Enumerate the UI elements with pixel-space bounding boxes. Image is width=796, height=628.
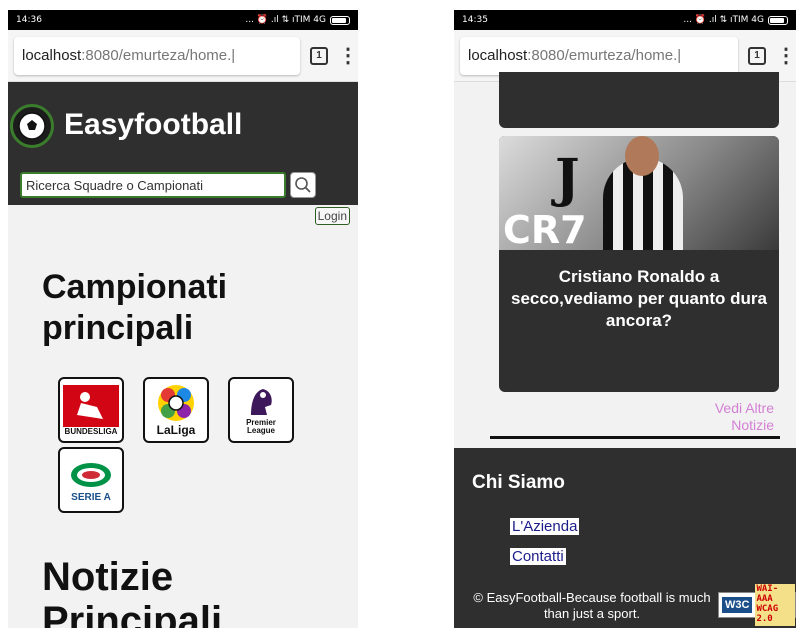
status-time: 14:36 — [16, 15, 42, 25]
image-caption: CR7 — [503, 208, 587, 252]
status-bar: 14:35 ... ⏰ .ıl ⇅ ıTIM 4G — [454, 10, 796, 30]
news-title[interactable]: Cristiano Ronaldo a secco,vediamo per qu… — [499, 250, 779, 332]
previous-news-card[interactable] — [499, 72, 779, 128]
news-section-title: Notizie Principali — [42, 555, 223, 628]
site-footer: Chi Siamo L'Azienda Contatti © EasyFootb… — [454, 448, 796, 628]
search-input[interactable]: Ricerca Squadre o Campionati — [20, 172, 286, 198]
bundesliga-logo-link[interactable]: BUNDESLIGA — [58, 377, 124, 443]
browser-menu-icon[interactable]: ⋮ — [338, 46, 358, 66]
footer-link-contatti[interactable]: Contatti — [510, 548, 566, 565]
copyright-text: © EasyFootball-Because football is much … — [473, 590, 711, 622]
premier-league-logo-icon — [251, 389, 272, 415]
section-title: Campionati principali — [42, 268, 228, 347]
search-icon — [295, 177, 311, 193]
battery-icon — [330, 15, 350, 25]
status-time: 14:35 — [462, 15, 488, 25]
news-image: J CR7 — [499, 136, 779, 252]
status-icons: ... ⏰ .ıl ⇅ ıTIM 4G — [683, 15, 764, 25]
juventus-logo-icon: J — [555, 148, 580, 209]
divider — [490, 436, 780, 439]
battery-icon — [768, 15, 788, 25]
premier-league-logo-link[interactable]: Premier League — [228, 377, 294, 443]
serie-a-logo-link[interactable]: SERIE A — [58, 447, 124, 513]
browser-menu-icon[interactable]: ⋮ — [776, 46, 796, 66]
bundesliga-logo-icon — [63, 384, 119, 427]
left-phone-screen: 14:36 ... ⏰ .ıl ⇅ ıTIM 4G localhost:8080… — [8, 10, 358, 628]
url-field[interactable]: localhost:8080/emurteza/home.| — [14, 36, 300, 75]
wcag-label: WAI-AAA WCAG 2.0 — [755, 584, 795, 626]
main-content: Login Campionati principali BUNDESLIGA L… — [8, 205, 358, 628]
soccer-ball-logo-icon[interactable] — [10, 104, 54, 148]
brand-title[interactable]: Easyfootball — [64, 108, 242, 142]
site-header: Easyfootball Ricerca Squadre o Campionat… — [8, 82, 358, 205]
status-icons: ... ⏰ .ıl ⇅ ıTIM 4G — [245, 15, 326, 25]
search-button[interactable] — [290, 172, 316, 198]
main-content: J CR7 Cristiano Ronaldo a secco,vediamo … — [454, 72, 796, 628]
more-news-link[interactable]: Vedi Altre Notizie — [694, 400, 774, 434]
tab-switcher-button[interactable]: 1 — [748, 46, 766, 65]
status-bar: 14:36 ... ⏰ .ıl ⇅ ıTIM 4G — [8, 10, 358, 30]
laliga-logo-link[interactable]: LaLiga — [143, 377, 209, 443]
serie-a-logo-icon — [71, 462, 111, 487]
laliga-logo-icon — [158, 385, 194, 421]
news-card[interactable]: J CR7 Cristiano Ronaldo a secco,vediamo … — [499, 136, 779, 392]
url-field[interactable]: localhost:8080/emurteza/home.| — [460, 36, 738, 75]
footer-link-azienda[interactable]: L'Azienda — [510, 518, 580, 535]
right-phone-screen: 14:35 ... ⏰ .ıl ⇅ ıTIM 4G localhost:8080… — [454, 10, 796, 628]
login-button[interactable]: Login — [314, 207, 350, 225]
w3c-logo: W3C — [722, 597, 753, 613]
w3c-wai-badge[interactable]: W3C WAI-AAA WCAG 2.0 — [718, 584, 796, 626]
footer-heading: Chi Siamo — [472, 472, 565, 493]
tab-switcher-button[interactable]: 1 — [310, 46, 328, 65]
browser-toolbar: localhost:8080/emurteza/home.| 1 ⋮ — [8, 30, 358, 82]
